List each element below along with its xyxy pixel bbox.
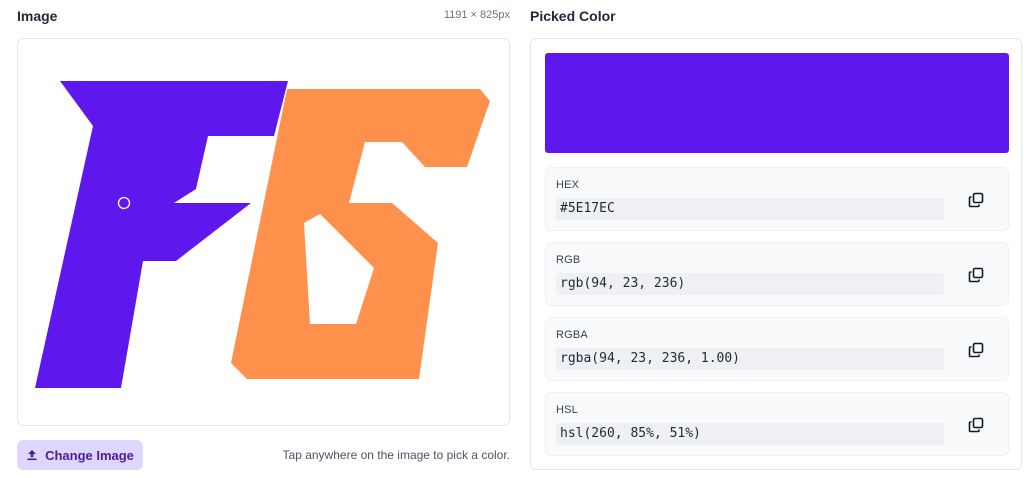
rgba-label: RGBA (556, 329, 588, 341)
image-canvas[interactable] (17, 38, 510, 426)
hsl-card: HSL hsl(260, 85%, 51%) (545, 392, 1009, 456)
hsl-label: HSL (556, 404, 578, 416)
copy-rgb-button[interactable] (966, 265, 986, 285)
upload-icon (26, 449, 38, 461)
rgb-card: RGB rgb(94, 23, 236) (545, 242, 1009, 306)
hex-card: HEX #5E17EC (545, 167, 1009, 231)
hsl-value-field[interactable]: hsl(260, 85%, 51%) (556, 423, 944, 445)
rgba-card: RGBA rgba(94, 23, 236, 1.00) (545, 317, 1009, 381)
copy-hex-button[interactable] (966, 190, 986, 210)
hex-label: HEX (556, 179, 580, 191)
copy-icon (968, 192, 984, 208)
image-dimensions: 1191 × 825px (443, 9, 510, 21)
change-image-button[interactable]: Change Image (17, 440, 143, 470)
picked-color-title: Picked Color (530, 8, 616, 24)
image-section-title: Image (17, 8, 58, 24)
copy-hsl-button[interactable] (966, 415, 986, 435)
rgb-label: RGB (556, 254, 581, 266)
fg-logo-image[interactable] (18, 39, 510, 426)
picked-color-panel: HEX #5E17EC RGB rgb(94, 23, 236) RGBA rg… (530, 38, 1022, 470)
pick-color-hint: Tap anywhere on the image to pick a colo… (282, 448, 510, 462)
hex-value-field[interactable]: #5E17EC (556, 198, 944, 220)
copy-icon (968, 342, 984, 358)
change-image-label: Change Image (45, 447, 134, 463)
rgba-value-field[interactable]: rgba(94, 23, 236, 1.00) (556, 348, 944, 370)
rgb-value-field[interactable]: rgb(94, 23, 236) (556, 273, 944, 295)
copy-rgba-button[interactable] (966, 340, 986, 360)
copy-icon (968, 267, 984, 283)
color-swatch (545, 53, 1009, 153)
copy-icon (968, 417, 984, 433)
